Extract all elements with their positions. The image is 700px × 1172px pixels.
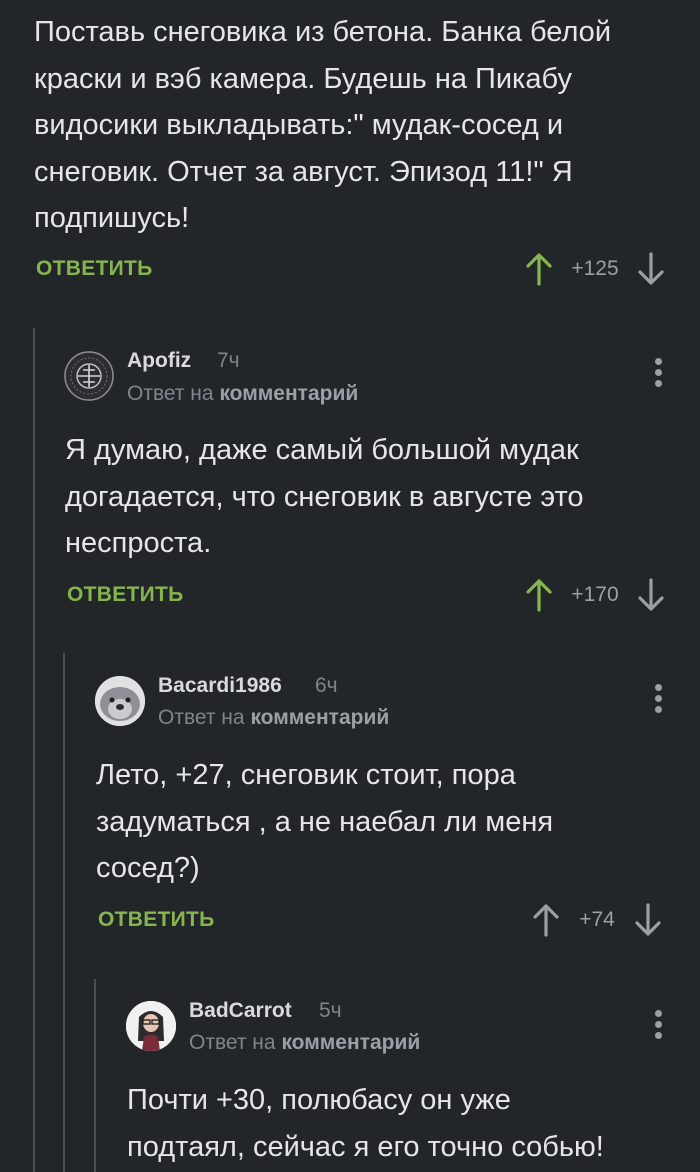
comment-body: Почти +30, полюбасу он уже подтаял, сейч… xyxy=(127,1084,604,1163)
reply-to-prefix: Ответ на xyxy=(189,1031,276,1054)
user-avatar-icon xyxy=(126,1001,176,1051)
reply-to-link[interactable]: Ответ на комментарий xyxy=(127,382,358,406)
username[interactable]: BadCarrot xyxy=(189,999,292,1023)
more-options-icon[interactable] xyxy=(652,358,664,394)
reply-button[interactable]: ОТВЕТИТЬ xyxy=(36,257,153,281)
reply-to-link[interactable]: Ответ на комментарий xyxy=(189,1031,420,1055)
vote-controls: +125 xyxy=(524,252,666,286)
comment-body: Поставь снеговика из бетона. Банка белой… xyxy=(34,16,612,234)
score: +125 xyxy=(571,257,619,280)
timestamp: 6ч xyxy=(315,674,338,697)
timestamp: 7ч xyxy=(217,349,240,372)
username[interactable]: Bacardi1986 xyxy=(158,674,282,698)
more-options-icon[interactable] xyxy=(652,684,664,720)
timestamp: 5ч xyxy=(319,999,342,1022)
downvote-icon[interactable] xyxy=(633,903,663,937)
reply-to-target: комментарий xyxy=(250,706,390,729)
more-options-icon[interactable] xyxy=(652,1010,664,1046)
upvote-icon[interactable] xyxy=(524,578,554,612)
user-avatar-icon xyxy=(64,351,114,401)
reply-to-prefix: Ответ на xyxy=(158,706,245,729)
comment-body: Я думаю, даже самый большой мудак догада… xyxy=(65,434,584,559)
avatar[interactable] xyxy=(95,676,145,726)
score: +74 xyxy=(579,908,615,931)
thread-line xyxy=(63,653,65,1172)
downvote-icon[interactable] xyxy=(636,252,666,286)
reply-to-link[interactable]: Ответ на комментарий xyxy=(158,706,389,730)
vote-controls: +170 xyxy=(524,578,666,612)
thread-line xyxy=(94,979,96,1172)
reply-button[interactable]: ОТВЕТИТЬ xyxy=(67,583,184,607)
thread-line xyxy=(33,328,35,1172)
reply-to-target: комментарий xyxy=(219,382,359,405)
reply-to-prefix: Ответ на xyxy=(127,382,214,405)
upvote-icon[interactable] xyxy=(531,903,561,937)
avatar[interactable] xyxy=(126,1001,176,1051)
avatar[interactable] xyxy=(64,351,114,401)
downvote-icon[interactable] xyxy=(636,578,666,612)
user-avatar-icon xyxy=(95,676,145,726)
score: +170 xyxy=(571,583,619,606)
comment-thread-page: Поставь снеговика из бетона. Банка белой… xyxy=(0,0,700,1172)
username[interactable]: Apofiz xyxy=(127,349,191,373)
vote-controls: +74 xyxy=(531,903,663,937)
reply-button[interactable]: ОТВЕТИТЬ xyxy=(98,908,215,932)
reply-to-target: комментарий xyxy=(281,1031,421,1054)
upvote-icon[interactable] xyxy=(524,252,554,286)
comment-body: Лето, +27, снеговик стоит, пора задумать… xyxy=(96,759,554,884)
